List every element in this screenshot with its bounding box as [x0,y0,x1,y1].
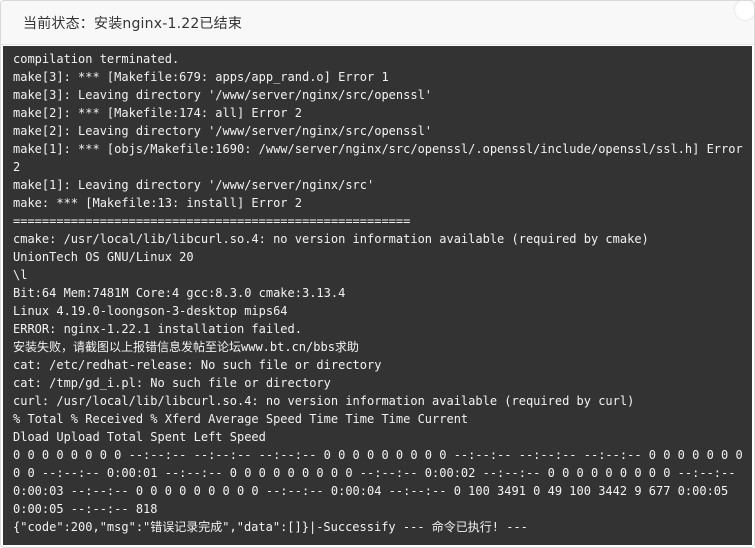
terminal-line: Dload Upload Total Spent Left Speed [13,430,266,444]
terminal-line: UnionTech OS GNU/Linux 20 [13,250,194,264]
terminal-line: {"code":200,"msg":"错误记录完成","data":[]}|-S… [13,520,528,534]
terminal-line: cat: /tmp/gd_i.pl: No such file or direc… [13,376,331,390]
terminal-line: make: *** [Makefile:13: install] Error 2 [13,196,302,210]
terminal-line: compilation terminated. [13,52,180,66]
terminal-line: curl: /usr/local/lib/libcurl.so.4: no ve… [13,394,635,408]
terminal-line: % Total % Received % Xferd Average Speed… [13,412,469,426]
terminal-separator: ========================================… [13,214,411,228]
terminal-line: cat: /etc/redhat-release: No such file o… [13,358,382,372]
install-status-dialog: 当前状态：安装nginx-1.22已结束 compilation termina… [0,0,755,548]
dialog-header: 当前状态：安装nginx-1.22已结束 [1,1,754,45]
terminal-line: Linux 4.19.0-loongson-3-desktop mips64 [13,304,288,318]
terminal-line: cmake: /usr/local/lib/libcurl.so.4: no v… [13,232,649,246]
terminal-line: make[1]: Leaving directory '/www/server/… [13,178,375,192]
close-icon[interactable] [735,1,754,20]
terminal-line: 安装失败，请截图以上报错信息发帖至论坛www.bt.cn/bbs求助 [13,340,359,354]
terminal-line: make[2]: *** [Makefile:174: all] Error 2 [13,106,302,120]
terminal-line: make[3]: *** [Makefile:679: apps/app_ran… [13,70,389,84]
terminal-output: compilation terminated. make[3]: *** [Ma… [3,46,752,545]
terminal-line: 0 0 0 0 0 0 0 0 --:--:-- --:--:-- --:--:… [13,448,750,516]
terminal-error-line: ERROR: nginx-1.22.1 installation failed. [13,322,302,336]
terminal-line: Bit:64 Mem:7481M Core:4 gcc:8.3.0 cmake:… [13,286,346,300]
terminal-line: \l [13,268,28,282]
terminal-line: make[2]: Leaving directory '/www/server/… [13,124,433,138]
terminal-line: make[3]: Leaving directory '/www/server/… [13,88,433,102]
terminal-line: make[1]: *** [objs/Makefile:1690: /www/s… [13,142,750,174]
dialog-title: 当前状态：安装nginx-1.22已结束 [23,15,243,32]
